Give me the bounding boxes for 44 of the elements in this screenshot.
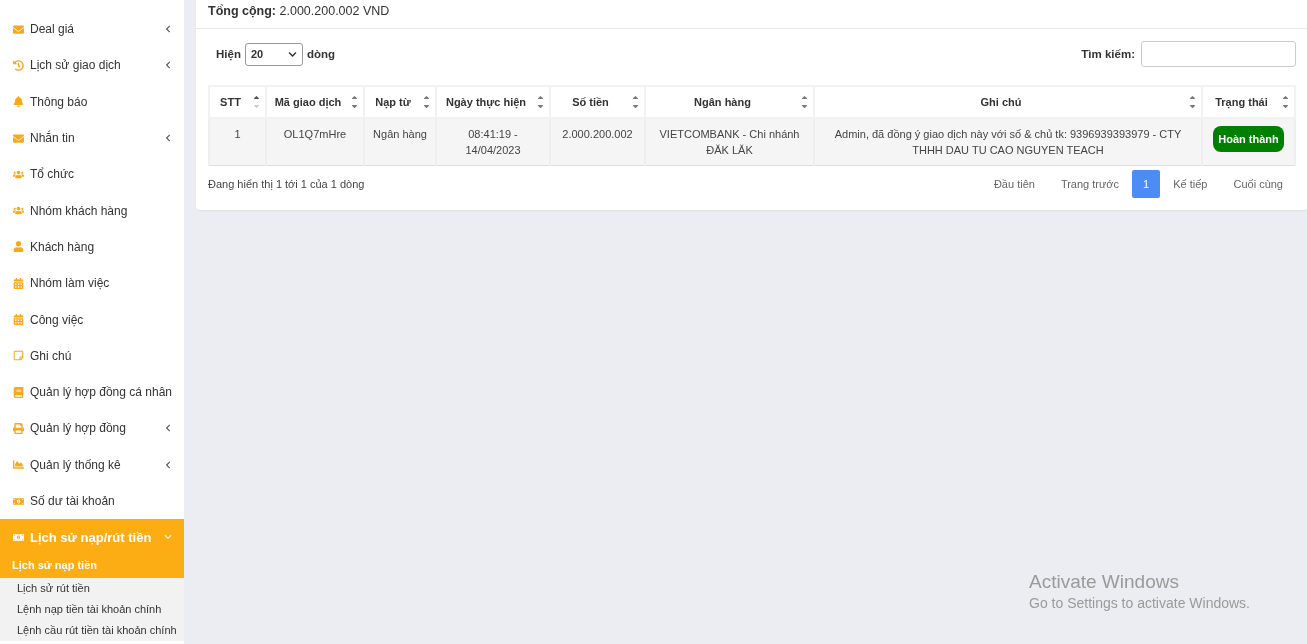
sidebar-item[interactable]: Quản lý hợp đồng bbox=[0, 410, 184, 447]
column-header[interactable]: Mã giao dịch bbox=[266, 86, 364, 118]
sidebar-item[interactable]: Quản lý thống kê bbox=[0, 446, 184, 483]
column-header[interactable]: Trạng thái bbox=[1202, 86, 1295, 118]
sidebar-item[interactable]: Lịch sử giao dịch bbox=[0, 47, 184, 84]
table-cell: Ngân hàng bbox=[364, 118, 436, 166]
column-header[interactable]: Ngân hàng bbox=[645, 86, 814, 118]
sidebar-item[interactable]: Deal giá bbox=[0, 11, 184, 48]
search-field[interactable] bbox=[1141, 41, 1296, 67]
pagination-button[interactable]: Trang trước bbox=[1047, 170, 1133, 198]
activation-title: Activate Windows bbox=[1029, 571, 1180, 593]
search-label: Tìm kiếm: bbox=[1081, 48, 1135, 60]
status-badge: Hoàn thành bbox=[1213, 126, 1284, 152]
column-header[interactable]: Số tiền bbox=[550, 86, 645, 118]
table-cell: 08:41:19 - 14/04/2023 bbox=[436, 118, 550, 166]
sidebar-item[interactable]: Thông báo bbox=[0, 83, 184, 120]
column-header[interactable]: Nạp từ bbox=[364, 86, 436, 118]
column-header[interactable]: Ghi chú bbox=[814, 86, 1202, 118]
table-cell: Admin, đã đồng ý giao dịch này với số & chủ tk: 9396939393979 - CTY THHH DAU TU CAO NGUYEN TEACH bbox=[814, 118, 1202, 166]
table-info: Đang hiển thị 1 tới 1 của 1 dòng bbox=[208, 178, 365, 190]
sidebar-item[interactable]: Quản lý hợp đồng cá nhân bbox=[0, 373, 184, 411]
column-header[interactable]: STT bbox=[209, 86, 266, 118]
sidebar-item[interactable]: Tổ chức bbox=[0, 156, 184, 193]
sidebar-item[interactable]: Nhóm khách hàng bbox=[0, 192, 184, 229]
column-header[interactable]: Ngày thực hiện bbox=[436, 86, 550, 118]
sidebar-item[interactable]: Công việc bbox=[0, 301, 184, 338]
pagination-button[interactable]: Đầu tiên bbox=[980, 170, 1048, 198]
sidebar-item[interactable]: Khách hàng bbox=[0, 228, 184, 266]
sidebar-item[interactable]: Ghi chú bbox=[0, 337, 184, 374]
activation-subtitle: Go to Settings to activate Windows. bbox=[1029, 595, 1250, 611]
show-label: Hiện bbox=[216, 48, 241, 60]
total-text: Tổng cộng: 2.000.200.002 VND bbox=[196, 0, 1307, 29]
table-cell: 1 bbox=[209, 118, 266, 166]
table-cell: VIETCOMBANK - Chi nhánh ĐĂK LĂK bbox=[645, 118, 814, 166]
sidebar-item[interactable]: Nhóm làm việc bbox=[0, 265, 184, 302]
table-cell: OL1Q7mHre bbox=[266, 118, 364, 166]
rows-label: dòng bbox=[306, 48, 336, 60]
sidebar-item[interactable]: Số dư tài khoản bbox=[0, 482, 184, 520]
pagination-button[interactable]: Cuối cùng bbox=[1220, 170, 1296, 198]
sidebar-item[interactable]: Nhắn tin bbox=[0, 119, 184, 157]
pagination-button[interactable]: Kế tiếp bbox=[1160, 170, 1221, 198]
caret-icon bbox=[287, 49, 297, 59]
table-cell: 2.000.200.002 bbox=[550, 118, 645, 166]
page-size-select[interactable]: 20 bbox=[244, 42, 303, 66]
